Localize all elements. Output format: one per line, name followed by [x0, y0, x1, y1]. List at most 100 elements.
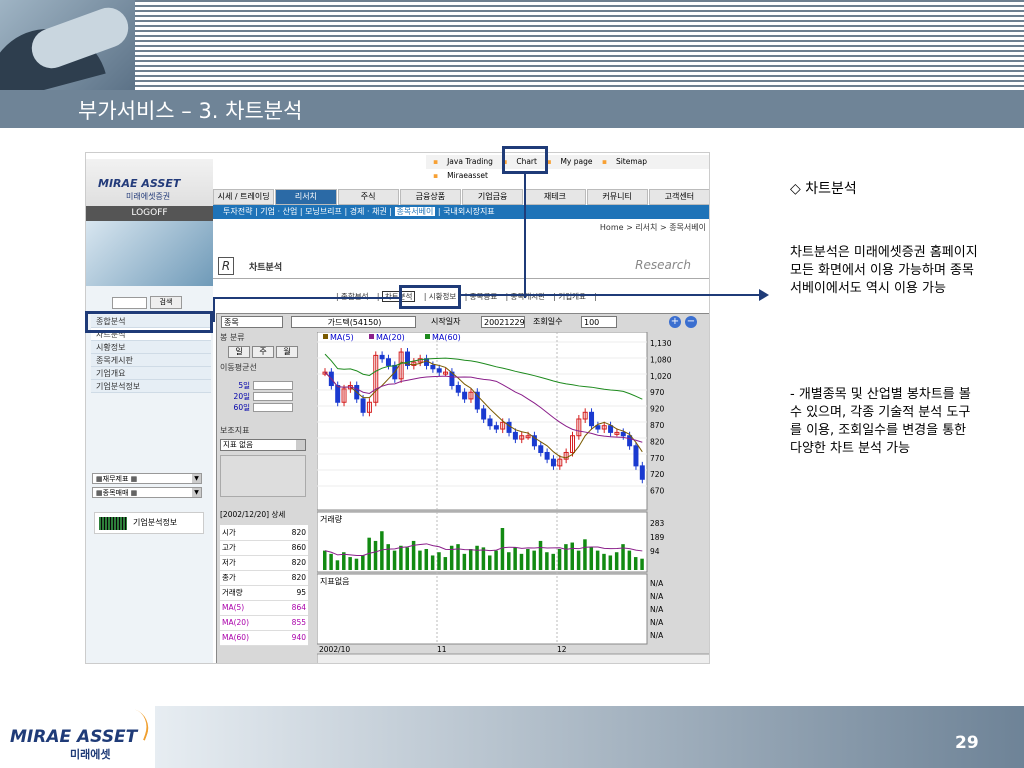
period-week-button[interactable]: 주: [252, 346, 274, 358]
nav-tab[interactable]: 금융상품: [399, 189, 461, 205]
search-input[interactable]: [112, 297, 147, 309]
detail-value: 820: [275, 555, 308, 571]
x-tick-label: 2002/10: [319, 645, 350, 654]
stock-chart[interactable]: MA(5) MA(20) MA(60) 1,130 1,080 1,020 970 920 87…: [317, 332, 709, 663]
side-description: 차트분석은 미래에셋증권 홈페이지 모든 화면에서 이용 가능하며 종목서베이에…: [790, 245, 978, 296]
volume-bar: [405, 547, 409, 570]
zoom-in-icon[interactable]: +: [669, 316, 681, 328]
top-link[interactable]: ▪ Sitemap: [602, 157, 647, 166]
corp-info-button[interactable]: 기업분석정보: [94, 512, 204, 534]
candle-body: [639, 465, 645, 480]
main-nav: 시세 / 트레이딩 리서치 주식 금융상품 기업금융 재테크 커뮤니티 고객센터: [213, 189, 709, 205]
finance-select[interactable]: ▦재무제표 ▦ ▼: [92, 473, 202, 484]
volume-bar: [361, 555, 365, 570]
detail-row: MA(5) 864: [220, 600, 308, 616]
side-detail: - 개별종목 및 산업별 봉차트를 볼 수 있으며, 각종 기술적 분석 도구를…: [790, 387, 971, 456]
volume-bar: [557, 549, 562, 570]
legend-label: MA(20): [376, 333, 405, 342]
top-link[interactable]: ▪ My page: [546, 157, 592, 166]
nav-tab[interactable]: 커뮤니티: [586, 189, 648, 205]
page-number: 29: [955, 733, 979, 753]
sub-nav-item-survey[interactable]: 종목서베이: [394, 207, 436, 216]
price-tick-label: 920: [650, 405, 665, 414]
chart-tab-highlight: [399, 285, 461, 309]
nav-tab-research[interactable]: 리서치: [275, 189, 337, 205]
candle-body: [462, 391, 468, 400]
candle-body: [620, 431, 626, 437]
indicator-tick-label: N/A: [650, 605, 664, 614]
volume-bar: [545, 552, 549, 570]
research-logo: Research: [635, 258, 691, 272]
ma-stepper[interactable]: [253, 392, 293, 401]
days-field[interactable]: 100: [581, 316, 617, 328]
left-menu-item[interactable]: 종목게시판: [91, 354, 211, 367]
ma-stepper[interactable]: [253, 403, 293, 412]
price-tick-label: 870: [650, 421, 665, 430]
nav-tab[interactable]: 시세 / 트레이딩: [213, 189, 275, 205]
sub-nav-item[interactable]: 경제 · 채권: [350, 207, 387, 216]
chart-canvas: MA(5) MA(20) MA(60) 1,130 1,080 1,020 970 920 87…: [317, 332, 709, 663]
left-menu-item[interactable]: 시황정보: [91, 341, 211, 354]
search-button[interactable]: 검색: [150, 296, 182, 309]
volume-bar: [475, 545, 479, 570]
price-tick-label: 1,130: [650, 339, 672, 348]
nav-tab[interactable]: 기업금융: [462, 189, 524, 205]
candle-body: [608, 425, 614, 433]
period-buttons: 일 주 월: [228, 346, 312, 358]
volume-bar: [373, 540, 378, 570]
side-heading: ◇ 차트분석: [790, 181, 857, 197]
sub-nav-item[interactable]: 기업 · 산업: [260, 207, 297, 216]
top-link[interactable]: ▪ Miraeasset: [433, 171, 488, 180]
site-brand: MIRAE ASSET: [98, 177, 181, 190]
left-selects: ▦재무제표 ▦ ▼ ▦종목매매 ▦ ▼: [92, 473, 202, 501]
days-label: 조회일수: [533, 317, 563, 326]
ma-period-label: 5일: [238, 381, 250, 390]
website-screenshot: MIRAE ASSET 미래에셋증권 LOGOFF ▪ Java Trading …: [85, 152, 710, 664]
detail-key: MA(5): [220, 600, 276, 616]
ma-stepper[interactable]: [253, 381, 293, 390]
start-date-field[interactable]: 20021229: [481, 316, 525, 328]
trade-select[interactable]: ▦종목매매 ▦ ▼: [92, 487, 202, 498]
volume-bar: [392, 550, 397, 570]
sub-nav-item[interactable]: 국내외시장지표: [443, 207, 495, 216]
volume-bar: [399, 545, 403, 570]
indicator-tick-label: N/A: [650, 592, 664, 601]
detail-value: 864: [275, 600, 308, 616]
period-day-button[interactable]: 일: [228, 346, 250, 358]
sub-nav: 투자전략 | 기업 · 산업 | 모닝브리프 | 경제 · 채권 | 종목서베이…: [213, 205, 709, 219]
indicator-select[interactable]: 지표 없음: [220, 439, 306, 451]
volume-bar: [532, 550, 536, 570]
logoff-button[interactable]: LOGOFF: [86, 206, 213, 221]
volume-bar: [462, 553, 467, 570]
detail-row: 종가 820: [220, 570, 308, 586]
left-menu-item[interactable]: 기업개요: [91, 367, 211, 380]
nav-tab[interactable]: 고객센터: [648, 189, 709, 205]
detail-key: 시가: [220, 525, 276, 541]
nav-tab[interactable]: 재테크: [524, 189, 586, 205]
zoom-out-icon[interactable]: −: [685, 316, 697, 328]
stock-name-field[interactable]: 가드텍(54150): [291, 316, 416, 328]
volume-bar: [437, 552, 441, 570]
top-link[interactable]: ▪ Java Trading: [433, 157, 493, 166]
indicator-options-box: [220, 455, 306, 497]
detail-key: 저가: [220, 555, 276, 571]
candle-body: [538, 445, 544, 453]
candle-body: [627, 435, 633, 447]
chevron-down-icon: ▼: [192, 488, 201, 497]
item-select[interactable]: 종목: [221, 316, 283, 328]
period-month-button[interactable]: 월: [276, 346, 298, 358]
candle-body: [455, 385, 461, 393]
sub-nav-item[interactable]: 투자전략: [223, 207, 252, 216]
volume-bar: [627, 550, 632, 570]
detail-header: [2002/12/20] 상세: [220, 510, 286, 519]
top-links: ▪ Java Trading ▪ Chart ▪ My page ▪ Sitemap ▪…: [426, 155, 709, 180]
candle-body: [379, 354, 385, 360]
volume-bar: [329, 553, 333, 570]
candle-body: [493, 425, 499, 430]
left-menu-item[interactable]: 기업분석정보: [91, 380, 211, 393]
nav-tab[interactable]: 주식: [337, 189, 399, 205]
chart-side-controls: 봉 분류 일 주 월 이동평균선 5일 20일 60일 보조지표 지표 없음 […: [220, 332, 312, 662]
sub-nav-item[interactable]: 모닝브리프: [305, 207, 342, 216]
candle-body: [487, 418, 493, 427]
start-label: 시작일자: [431, 317, 461, 326]
